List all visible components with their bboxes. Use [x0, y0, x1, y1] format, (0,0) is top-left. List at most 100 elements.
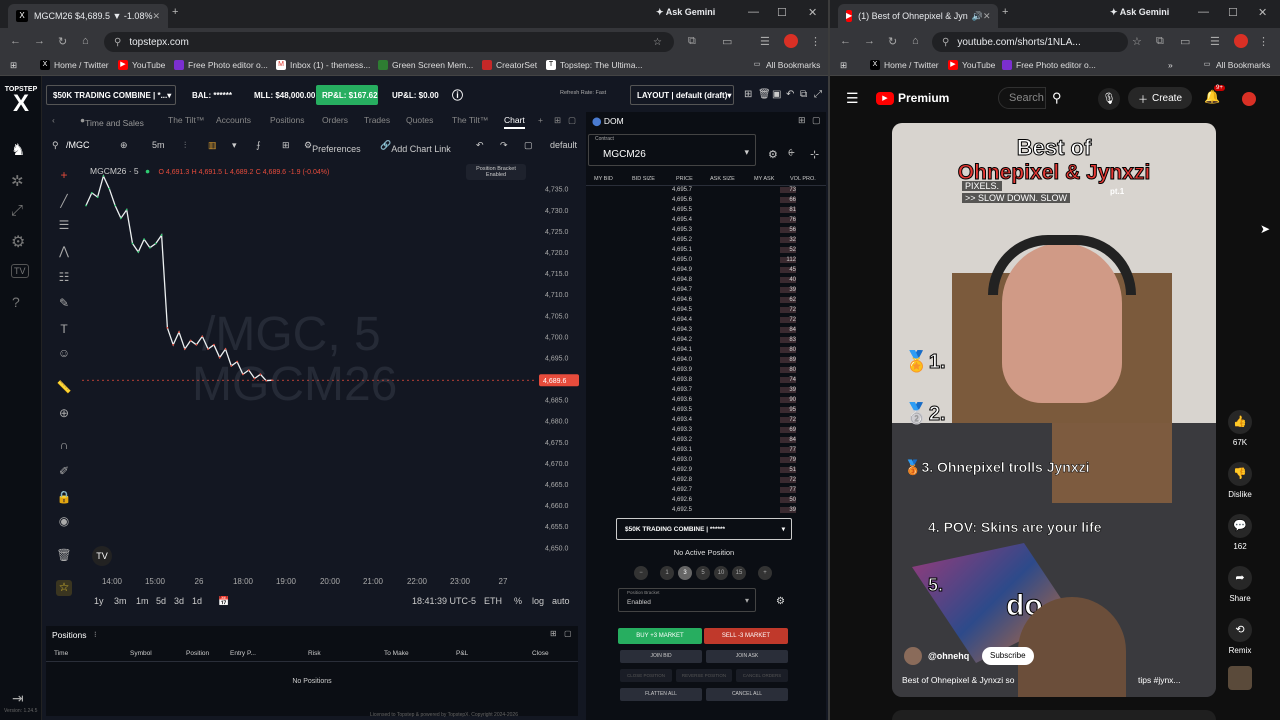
range-1y[interactable]: 1y: [94, 596, 104, 606]
range-1m[interactable]: 1m: [136, 596, 149, 606]
qty-3[interactable]: 3: [678, 566, 692, 580]
layouts-icon[interactable]: ⊞: [282, 140, 290, 151]
auto-toggle[interactable]: auto: [552, 596, 570, 606]
eye-icon[interactable]: ◉: [56, 514, 72, 530]
add-panel-icon[interactable]: ⊞: [550, 629, 557, 638]
dom-row[interactable]: 4,692.9 51: [586, 466, 826, 476]
dom-row[interactable]: 4,695.6 66: [586, 196, 826, 206]
flatten-all-button[interactable]: FLATTEN ALL: [620, 688, 702, 701]
symbol-input[interactable]: /MGC: [66, 140, 90, 150]
reload-icon[interactable]: ↻: [58, 35, 67, 48]
redo-icon[interactable]: ↷: [500, 140, 508, 151]
channel-avatar[interactable]: [904, 647, 922, 665]
tab-quotes[interactable]: Quotes: [406, 115, 433, 125]
brush-icon[interactable]: ✎: [56, 296, 72, 312]
back-icon[interactable]: ←: [10, 35, 21, 47]
trade-icon[interactable]: ♞: [11, 140, 25, 160]
trash-icon[interactable]: 🗑: [56, 548, 72, 564]
window-icon[interactable]: ▢: [812, 115, 821, 126]
qty-15[interactable]: 15: [732, 566, 746, 580]
dom-row[interactable]: 4,693.8 74: [586, 376, 826, 386]
cancel-all-button[interactable]: CANCEL ALL: [706, 688, 788, 701]
help-icon[interactable]: ?: [12, 294, 20, 310]
apps-icon[interactable]: ⊞: [840, 60, 847, 71]
qty-1[interactable]: 1: [660, 566, 674, 580]
bookmark-star-icon[interactable]: ☆: [1132, 35, 1142, 48]
contract-selector[interactable]: Contract MGCM26 ▾: [588, 134, 756, 166]
minimize-icon[interactable]: —: [1198, 6, 1209, 18]
dom-row[interactable]: 4,695.4 76: [586, 216, 826, 226]
dom-row[interactable]: 4,695.7 73: [586, 186, 826, 196]
more-menu-icon[interactable]: ⋮: [1258, 35, 1269, 48]
dom-row[interactable]: 4,692.5 39: [586, 506, 826, 516]
settings-icon[interactable]: ⚙: [11, 232, 25, 252]
date-range-icon[interactable]: 📅: [218, 596, 229, 607]
menu-list-icon[interactable]: ☰: [760, 35, 770, 48]
forward-icon[interactable]: →: [864, 35, 875, 47]
log-toggle[interactable]: log: [532, 596, 544, 606]
more-menu-icon[interactable]: ⋮: [810, 35, 821, 48]
home-icon[interactable]: ⌂: [82, 35, 89, 47]
tv-icon[interactable]: TV: [11, 264, 29, 278]
all-bookmarks[interactable]: ▭ All Bookmarks: [752, 60, 821, 70]
undo-icon[interactable]: ↶: [476, 140, 484, 151]
windows-icon[interactable]: ⧉: [800, 89, 807, 100]
dom-row[interactable]: 4,693.7 39: [586, 386, 826, 396]
profile-avatar[interactable]: [1234, 34, 1248, 48]
apps-icon[interactable]: ⊞: [10, 60, 17, 71]
measure-icon[interactable]: 📏: [56, 380, 72, 396]
add-chart-link-button[interactable]: 🔗 Add Chart Link: [380, 140, 451, 154]
tab-tilt[interactable]: The Tilt™: [168, 115, 204, 125]
bookmark-topstep[interactable]: T Topstep: The Ultima...: [546, 60, 643, 70]
buy-market-button[interactable]: BUY +3 MARKET: [618, 628, 702, 644]
close-tab-icon[interactable]: ✕: [152, 11, 160, 22]
ask-gemini-button[interactable]: ✦ Ask Gemini: [656, 7, 715, 18]
extensions-icon[interactable]: ⧉: [1156, 35, 1164, 48]
dom-row[interactable]: 4,693.9 80: [586, 366, 826, 376]
bookmark-creatorset[interactable]: CreatorSet: [482, 60, 537, 70]
dom-row[interactable]: 4,695.1 52: [586, 246, 826, 256]
dom-row[interactable]: 4,693.1 77: [586, 446, 826, 456]
dom-row[interactable]: 4,693.2 84: [586, 436, 826, 446]
dom-account-selector[interactable]: $50K TRADING COMBINE | ****** ▾: [616, 518, 792, 540]
dom-row[interactable]: 4,694.8 40: [586, 276, 826, 286]
close-tab-icon[interactable]: ✕: [983, 11, 991, 22]
share-button[interactable]: ➦ Share: [1228, 566, 1252, 603]
close-window-icon[interactable]: ✕: [1258, 6, 1267, 19]
bookmark-twitter[interactable]: X Home / Twitter: [870, 60, 939, 70]
save-layout-icon[interactable]: ▣: [772, 89, 781, 100]
logout-icon[interactable]: ⇥: [12, 690, 24, 707]
groups-icon[interactable]: ✲: [11, 172, 24, 190]
dom-row[interactable]: 4,692.8 72: [586, 476, 826, 486]
position-bracket-toggle[interactable]: Position Bracket Enabled: [466, 164, 526, 180]
position-bracket-select[interactable]: Position Bracket Enabled ▾: [618, 588, 756, 612]
close-position-button[interactable]: CLOSE POSITION: [620, 669, 672, 682]
dislike-button[interactable]: 👎 Dislike: [1228, 462, 1252, 499]
range-5d[interactable]: 5d: [156, 596, 166, 606]
recenter-icon[interactable]: ⊹: [810, 148, 819, 161]
lock-drawing-icon[interactable]: ✐: [56, 464, 72, 480]
qty-5[interactable]: 5: [696, 566, 710, 580]
candles-icon[interactable]: ▥: [208, 140, 217, 151]
dom-row[interactable]: 4,695.5 81: [586, 206, 826, 216]
dom-ladder[interactable]: 4,695.7 73 4,695.6 66 4,695.5 81 4,695.4 76 4,69…: [586, 186, 826, 516]
dom-row[interactable]: 4,694.2 83: [586, 336, 826, 346]
url-omnibox[interactable]: ⚲ youtube.com/shorts/1NLA...: [932, 32, 1128, 52]
drag-handle-icon[interactable]: ⁝: [94, 630, 97, 639]
account-selector[interactable]: $50K TRADING COMBINE | *... ▾: [46, 85, 176, 105]
back-icon[interactable]: ←: [840, 35, 851, 47]
new-tab-button[interactable]: +: [1002, 6, 1008, 18]
dom-row[interactable]: 4,694.9 45: [586, 266, 826, 276]
site-info-icon[interactable]: ⚲: [942, 37, 949, 48]
new-tab-button[interactable]: +: [172, 6, 178, 18]
youtube-premium-logo[interactable]: ▶ Premium: [876, 91, 949, 105]
more-bookmarks-icon[interactable]: »: [1168, 60, 1173, 70]
range-1d[interactable]: 1d: [192, 596, 202, 606]
dom-row[interactable]: 4,693.4 72: [586, 416, 826, 426]
bookmark-star-icon[interactable]: ☆: [653, 37, 662, 48]
zoom-in-icon[interactable]: ⊕: [56, 406, 72, 422]
all-bookmarks[interactable]: ▭ All Bookmarks: [1202, 60, 1271, 70]
range-3m[interactable]: 3m: [114, 596, 127, 606]
dom-row[interactable]: 4,694.5 72: [586, 306, 826, 316]
site-info-icon[interactable]: ⚲: [114, 37, 121, 48]
